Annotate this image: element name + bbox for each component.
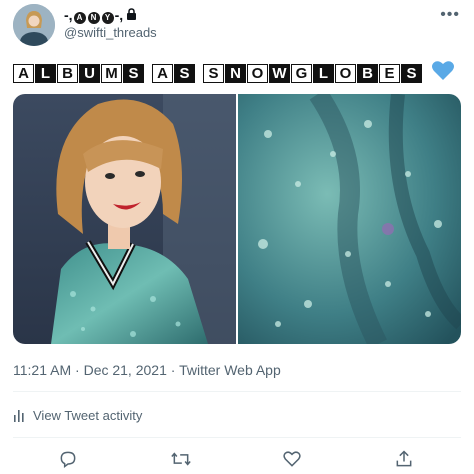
display-name[interactable]: -, ANY -, [64, 6, 137, 24]
meta-separator: · [71, 362, 84, 378]
title-letter-box: B [57, 63, 78, 83]
handle[interactable]: @swifti_threads [64, 25, 157, 40]
title-letter-box: A [152, 63, 173, 83]
name-circle-letter: A [73, 11, 86, 24]
speech-bubble-icon [60, 451, 76, 468]
title-letter-box: O [247, 63, 268, 83]
tweet-date[interactable]: Dec 21, 2021 [84, 362, 167, 378]
title-letter-boxes: ALBUMSASSNOWGLOBES [13, 63, 423, 83]
activity-label: View Tweet activity [33, 408, 143, 423]
title-letter-box: N [225, 63, 246, 83]
title-letter-box: E [379, 63, 400, 83]
retweet-icon [171, 452, 191, 466]
view-tweet-activity-link[interactable]: View Tweet activity [13, 408, 142, 423]
media-photo-portrait[interactable] [13, 94, 236, 344]
tweet-metadata: 11:21 AM · Dec 21, 2021 · Twitter Web Ap… [13, 362, 281, 378]
heart-outline-icon [283, 451, 301, 467]
display-name-circles: ANY [73, 7, 115, 24]
title-letter-box: U [79, 63, 100, 83]
name-circle-letter: N [87, 11, 100, 24]
title-letter-box: S [203, 63, 224, 83]
divider [13, 437, 461, 438]
display-name-suffix: -, [114, 7, 124, 23]
more-options-button[interactable]: ••• [440, 6, 460, 24]
title-letter-box: L [35, 63, 56, 83]
action-bar [0, 449, 474, 471]
tweet-time[interactable]: 11:21 AM [13, 362, 71, 378]
title-letter-box: O [335, 63, 356, 83]
reply-button[interactable] [58, 449, 78, 474]
title-letter-box: S [401, 63, 422, 83]
title-letter-box: S [123, 63, 144, 83]
tweet-source: Twitter Web App [179, 362, 281, 378]
bar-chart-icon [13, 409, 25, 422]
media-photo-sequins-closeup[interactable] [238, 94, 461, 344]
title-letter-box: L [313, 63, 334, 83]
meta-separator: · [166, 362, 180, 378]
title-letter-box: A [13, 63, 34, 83]
tweet-media[interactable] [13, 94, 461, 344]
lock-icon [126, 7, 137, 23]
title-letter-box: G [291, 63, 312, 83]
title-letter-box: M [101, 63, 122, 83]
title-letter-box: S [174, 63, 195, 83]
blue-heart-icon [431, 60, 455, 86]
divider [13, 391, 461, 392]
display-name-prefix: -, [64, 7, 73, 23]
name-circle-letter: Y [101, 11, 114, 24]
tweet-text: ALBUMSASSNOWGLOBES [13, 60, 455, 86]
share-button[interactable] [394, 449, 414, 474]
retweet-button[interactable] [170, 449, 192, 474]
title-letter-box: W [269, 63, 290, 83]
like-button[interactable] [282, 449, 302, 474]
title-letter-box: B [357, 63, 378, 83]
avatar[interactable] [13, 4, 55, 46]
share-upload-icon [396, 450, 412, 467]
